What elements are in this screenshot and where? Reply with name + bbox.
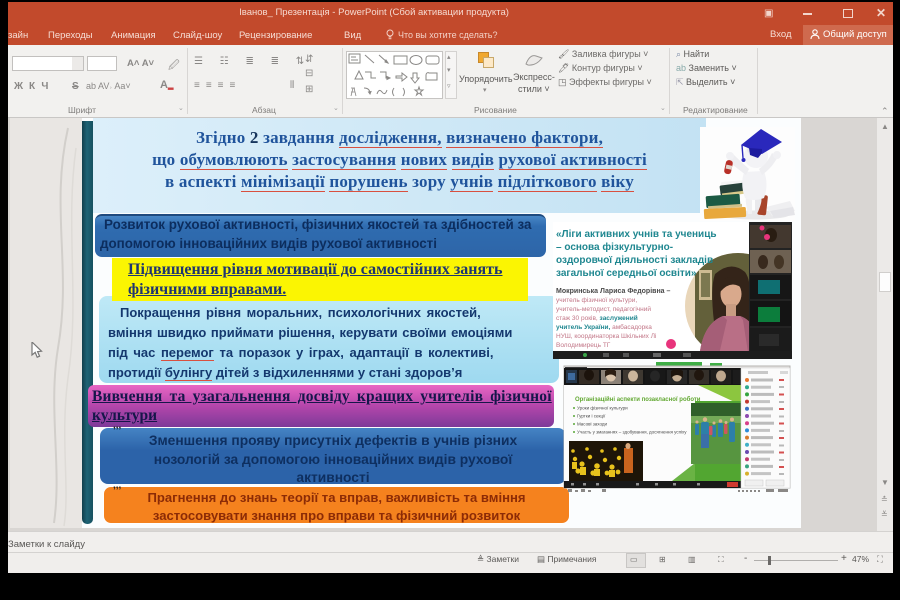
svg-text:Володимирець ТГ: Володимирець ТГ bbox=[556, 342, 611, 349]
svg-text:– основа фізкультурно-: – основа фізкультурно- bbox=[556, 241, 673, 253]
svg-text:Масові заходи: Масові заходи bbox=[577, 422, 608, 427]
svg-text:Мокринська Лариса Федорівна –: Мокринська Лариса Федорівна – bbox=[556, 287, 671, 295]
svg-text:учитель України, амбасадорка: учитель України, амбасадорка bbox=[556, 323, 652, 331]
svg-text:оздоровчої діяльності закладів: оздоровчої діяльності закладів bbox=[556, 255, 713, 266]
svg-text:Гуртки і секції: Гуртки і секції bbox=[577, 414, 606, 419]
svg-text:«Ліги активних учнів та учениц: «Ліги активних учнів та учениць bbox=[556, 229, 717, 240]
svg-text:учитель фізичної культури,: учитель фізичної культури, bbox=[556, 296, 637, 304]
svg-text:Організаційні аспекти позаклас: Організаційні аспекти позакласної роботи bbox=[575, 396, 701, 403]
svg-text:стаж 30 років, заслужений: стаж 30 років, заслужений bbox=[556, 314, 638, 322]
svg-text:Участь у змаганнях – здобуванн: Участь у змаганнях – здобування, досягне… bbox=[577, 430, 687, 435]
svg-text:НУШ, координаторка Шкільних Лі: НУШ, координаторка Шкільних Лі bbox=[556, 332, 656, 340]
svg-text:Уроки фізичної культури: Уроки фізичної культури bbox=[577, 406, 628, 411]
svg-text:загальної середньої освіти»: загальної середньої освіти» bbox=[556, 268, 697, 279]
svg-text:учитель-методист, педагогічний: учитель-методист, педагогічний bbox=[556, 305, 651, 313]
